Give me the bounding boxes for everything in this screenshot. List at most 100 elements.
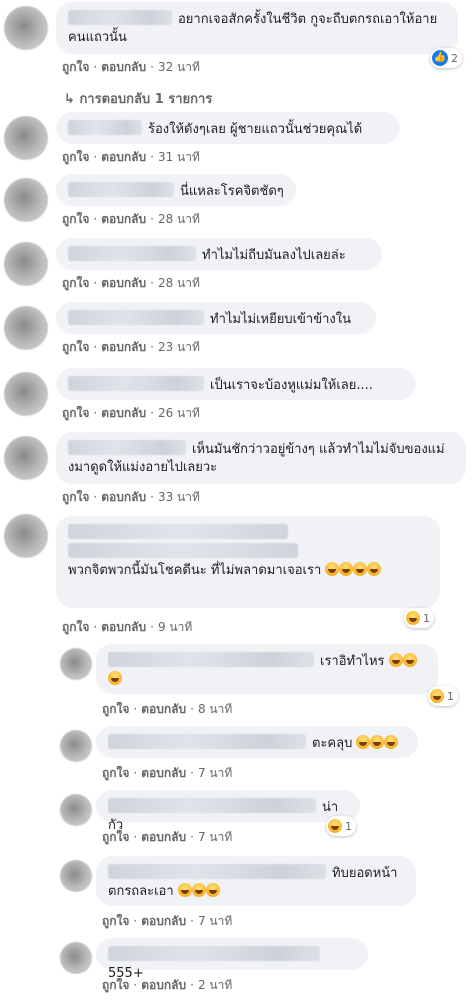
- commenter-name[interactable]: [68, 246, 196, 261]
- timestamp[interactable]: 31 นาที: [158, 150, 200, 164]
- commenter-name[interactable]: [68, 10, 172, 25]
- reply-link[interactable]: ตอบกลับ: [101, 490, 146, 504]
- comment-actions: ถูกใจ · ตอบกลับ · 26 นาที: [62, 406, 200, 420]
- avatar[interactable]: [60, 730, 92, 762]
- like-link[interactable]: ถูกใจ: [102, 978, 129, 992]
- commenter-name[interactable]: [68, 524, 288, 539]
- avatar[interactable]: [60, 942, 92, 974]
- like-link[interactable]: ถูกใจ: [62, 276, 89, 290]
- reply-link[interactable]: ตอบกลับ: [101, 60, 146, 74]
- timestamp[interactable]: 7 นาที: [198, 766, 232, 780]
- comment-bubble: ร้องให้ดังๆเลย ผู้ชายแถวนั้นช่วยคุณได้: [56, 112, 400, 144]
- like-link[interactable]: ถูกใจ: [62, 150, 89, 164]
- avatar[interactable]: [4, 242, 48, 286]
- comment-text: นี่แหละโรคจิตชัดๆ: [180, 184, 284, 199]
- like-link[interactable]: ถูกใจ: [62, 620, 89, 634]
- commenter-name[interactable]: [108, 652, 314, 667]
- like-link[interactable]: ถูกใจ: [62, 60, 89, 74]
- reaction-badge[interactable]: 👍 2: [430, 48, 462, 68]
- timestamp[interactable]: 2 นาที: [198, 978, 232, 992]
- reply-link[interactable]: ตอบกลับ: [141, 702, 186, 716]
- timestamp[interactable]: 7 นาที: [198, 830, 232, 844]
- avatar[interactable]: [4, 116, 48, 160]
- avatar[interactable]: [60, 794, 92, 826]
- reaction-badge[interactable]: 1: [326, 816, 356, 836]
- haha-icon: [191, 883, 206, 897]
- like-link[interactable]: ถูกใจ: [62, 340, 89, 354]
- avatar[interactable]: [4, 514, 48, 558]
- avatar[interactable]: [4, 436, 48, 480]
- commenter-name[interactable]: [108, 798, 316, 813]
- commenter-name[interactable]: [108, 946, 320, 961]
- like-link[interactable]: ถูกใจ: [102, 830, 129, 844]
- reply-link[interactable]: ตอบกลับ: [101, 406, 146, 420]
- reply-link[interactable]: ตอบกลับ: [101, 212, 146, 226]
- comment-bubble: นี่แหละโรคจิตชัดๆ: [56, 174, 296, 206]
- comment-actions: ถูกใจ · ตอบกลับ · 31 นาที: [62, 150, 200, 164]
- comment-actions: ถูกใจ · ตอบกลับ · 33 นาที: [62, 490, 200, 504]
- reply-link[interactable]: ตอบกลับ: [141, 914, 186, 928]
- haha-icon: [325, 562, 340, 576]
- view-replies-link[interactable]: ↳ การตอบกลับ 1 รายการ: [64, 88, 212, 109]
- timestamp[interactable]: 33 นาที: [158, 490, 200, 504]
- reaction-count: 1: [345, 819, 352, 833]
- timestamp[interactable]: 32 นาที: [158, 60, 200, 74]
- reply-link[interactable]: ตอบกลับ: [141, 978, 186, 992]
- avatar[interactable]: [4, 372, 48, 416]
- comment-bubble: 555+: [96, 938, 368, 981]
- commenter-name[interactable]: [68, 310, 204, 325]
- reply-link[interactable]: ตอบกลับ: [141, 830, 186, 844]
- reaction-badge[interactable]: 1: [428, 686, 458, 706]
- reply-link[interactable]: ตอบกลับ: [141, 766, 186, 780]
- haha-icon: [328, 819, 342, 833]
- timestamp[interactable]: 8 นาที: [198, 702, 232, 716]
- comment-bubble: ทำไมไม่ถีบมันลงไปเลยล่ะ: [56, 238, 382, 270]
- avatar[interactable]: [4, 178, 48, 222]
- comment-text: พวกจิตพวกนี้มันโชคดีนะ ที่ไม่พลาดมาเจอเร…: [68, 563, 322, 578]
- commenter-name[interactable]: [68, 120, 142, 135]
- avatar[interactable]: [60, 648, 92, 680]
- reply-link[interactable]: ตอบกลับ: [101, 620, 146, 634]
- reply-link[interactable]: ตอบกลับ: [101, 150, 146, 164]
- comment-bubble: น่ากัว: [96, 790, 360, 833]
- timestamp[interactable]: 26 นาที: [158, 406, 200, 420]
- like-icon: 👍: [432, 50, 448, 66]
- commenter-name[interactable]: [68, 376, 204, 391]
- timestamp[interactable]: 23 นาที: [158, 340, 200, 354]
- timestamp[interactable]: 9 นาที: [158, 620, 192, 634]
- haha-icon: [388, 653, 403, 667]
- timestamp[interactable]: 7 นาที: [198, 914, 232, 928]
- reply-arrow-icon: ↳: [64, 92, 75, 107]
- comment-actions: ถูกใจ · ตอบกลับ · 7 นาที: [102, 914, 233, 928]
- like-link[interactable]: ถูกใจ: [62, 212, 89, 226]
- like-link[interactable]: ถูกใจ: [102, 914, 129, 928]
- avatar[interactable]: [4, 6, 48, 50]
- comment-text: ทำไมไม่ถีบมันลงไปเลยล่ะ: [202, 248, 346, 263]
- reply-link[interactable]: ตอบกลับ: [101, 340, 146, 354]
- comment-actions: ถูกใจ · ตอบกลับ · 7 นาที: [102, 766, 233, 780]
- comment-text: ทำไมไม่เหยียบเข้าข้างใน: [210, 312, 351, 327]
- like-link[interactable]: ถูกใจ: [62, 406, 89, 420]
- timestamp[interactable]: 28 นาที: [158, 276, 200, 290]
- reaction-badge[interactable]: 1: [404, 608, 434, 628]
- haha-icon: [430, 689, 444, 703]
- commenter-name[interactable]: [68, 440, 186, 455]
- commenter-name[interactable]: [108, 734, 306, 749]
- comment-actions: ถูกใจ · ตอบกลับ · 7 นาที: [102, 830, 233, 844]
- timestamp[interactable]: 28 นาที: [158, 212, 200, 226]
- like-link[interactable]: ถูกใจ: [62, 490, 89, 504]
- avatar[interactable]: [4, 306, 48, 350]
- comment-bubble: เป็นเราจะบ้องหูแม่มให้เลย....: [56, 368, 416, 400]
- comment-bubble: ทิบยอดหน้า ตกรถละเอา: [96, 856, 416, 906]
- commenter-name[interactable]: [108, 864, 326, 879]
- like-link[interactable]: ถูกใจ: [102, 766, 129, 780]
- reply-link[interactable]: ตอบกลับ: [101, 276, 146, 290]
- comment-bubble: ตะคลุบ: [96, 726, 418, 758]
- comment-text: ตะคลุบ: [312, 736, 353, 751]
- comment-actions: ถูกใจ · ตอบกลับ · 2 นาที: [102, 978, 233, 992]
- like-link[interactable]: ถูกใจ: [102, 702, 129, 716]
- reaction-count: 1: [447, 689, 454, 703]
- commenter-name[interactable]: [68, 182, 174, 197]
- avatar[interactable]: [60, 860, 92, 892]
- haha-icon: [356, 735, 371, 749]
